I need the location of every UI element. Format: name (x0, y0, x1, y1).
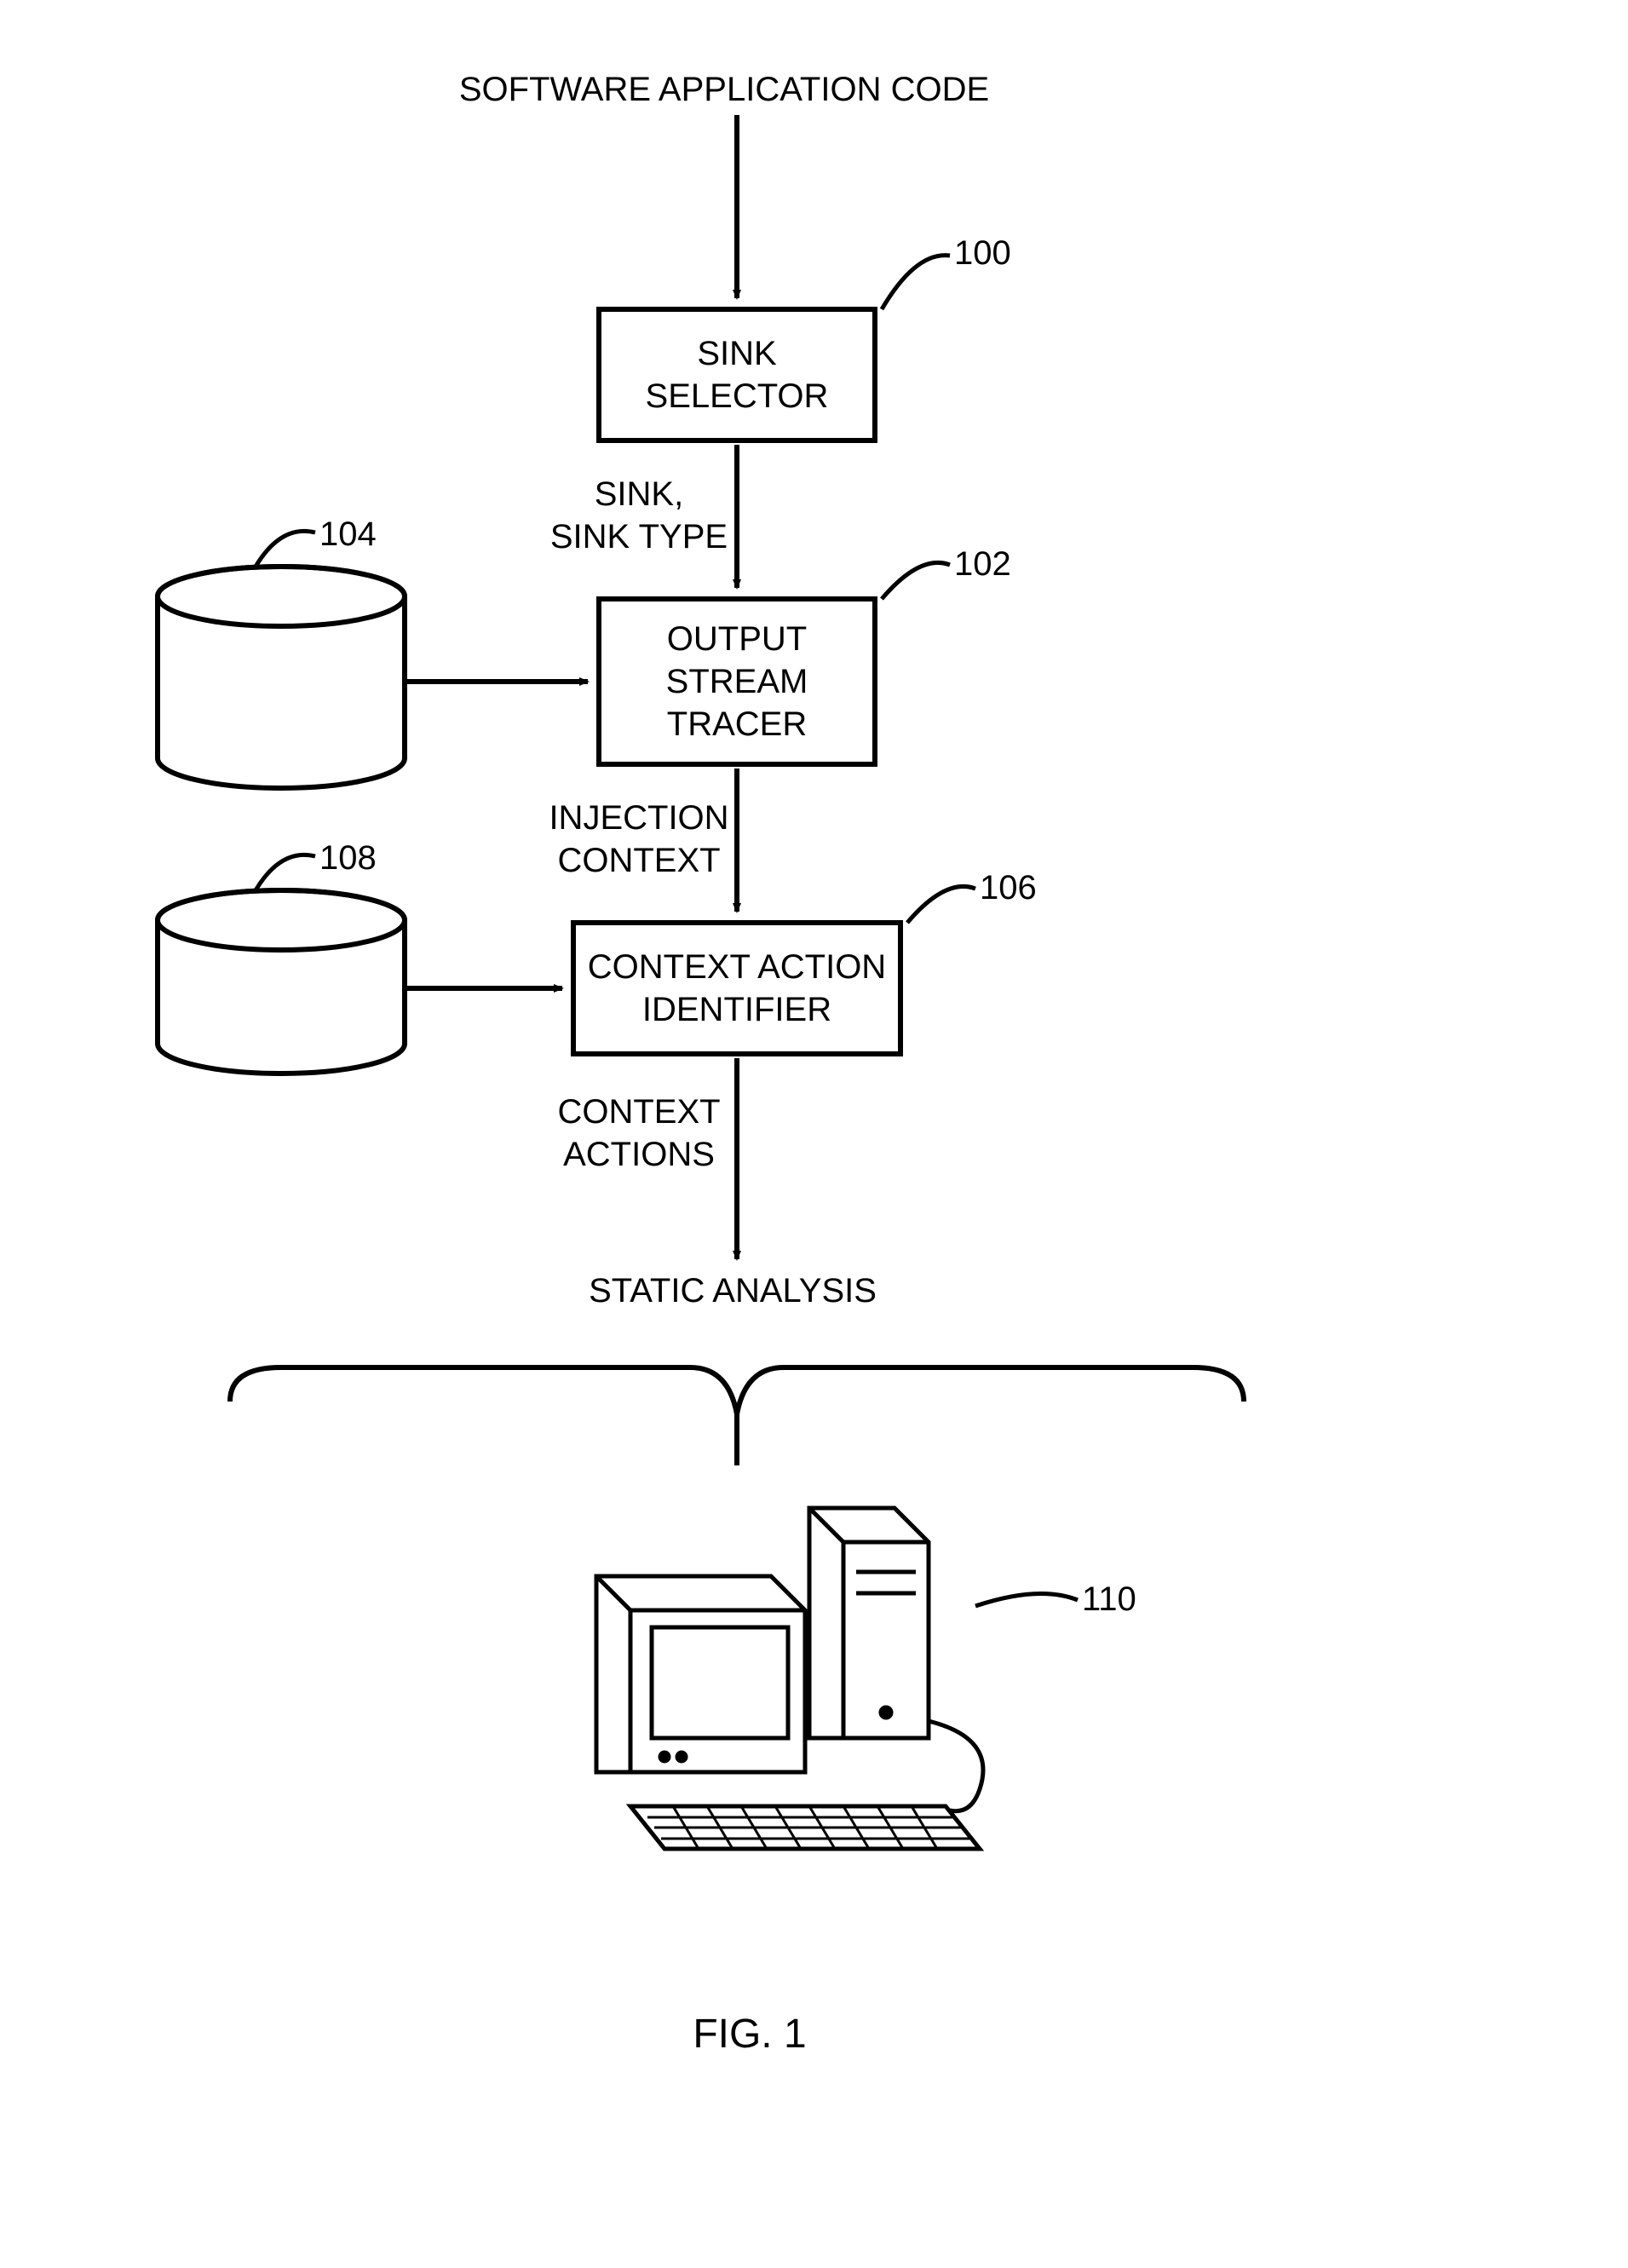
leader-110 (975, 1593, 1078, 1606)
ref-102: 102 (954, 545, 1011, 584)
ref-100: 100 (954, 234, 1011, 273)
box-output-stream-tracer: OUTPUT STREAM TRACER (596, 596, 877, 767)
ref-110: 110 (1082, 1580, 1136, 1619)
edge-label-sink-sinktype: SINK, SINK TYPE (545, 473, 733, 558)
leader-100 (882, 256, 950, 309)
top-label: SOFTWARE APPLICATION CODE (426, 68, 1022, 111)
figure-caption: FIG. 1 (664, 2011, 835, 2058)
leader-102 (882, 562, 950, 599)
box-context-action-identifier-text: CONTEXT ACTION IDENTIFIER (588, 946, 886, 1031)
computer-icon (596, 1508, 983, 1849)
box-context-action-identifier: CONTEXT ACTION IDENTIFIER (571, 920, 903, 1056)
ref-108: 108 (319, 839, 377, 878)
ref-104: 104 (319, 515, 377, 554)
box-output-stream-tracer-text: OUTPUT STREAM TRACER (666, 618, 808, 745)
leader-106 (907, 886, 975, 923)
edge-label-context-actions: CONTEXT ACTIONS (545, 1091, 733, 1176)
curly-brace (230, 1367, 1244, 1414)
box-sink-selector: SINK SELECTOR (596, 307, 877, 443)
box-sink-selector-text: SINK SELECTOR (646, 332, 829, 417)
ref-106: 106 (980, 869, 1037, 907)
cylinder-context-actions-text: CONTEXT ACTIONS (170, 954, 392, 1039)
leader-104 (256, 531, 315, 567)
cylinder-injection-type-automata-text: INJECTION TYPE AUTOMATA (170, 630, 392, 758)
leader-108 (256, 855, 315, 890)
bottom-label-static-analysis: STATIC ANALYSIS (554, 1269, 912, 1312)
edge-label-injection-context: INJECTION CONTEXT (545, 797, 733, 882)
